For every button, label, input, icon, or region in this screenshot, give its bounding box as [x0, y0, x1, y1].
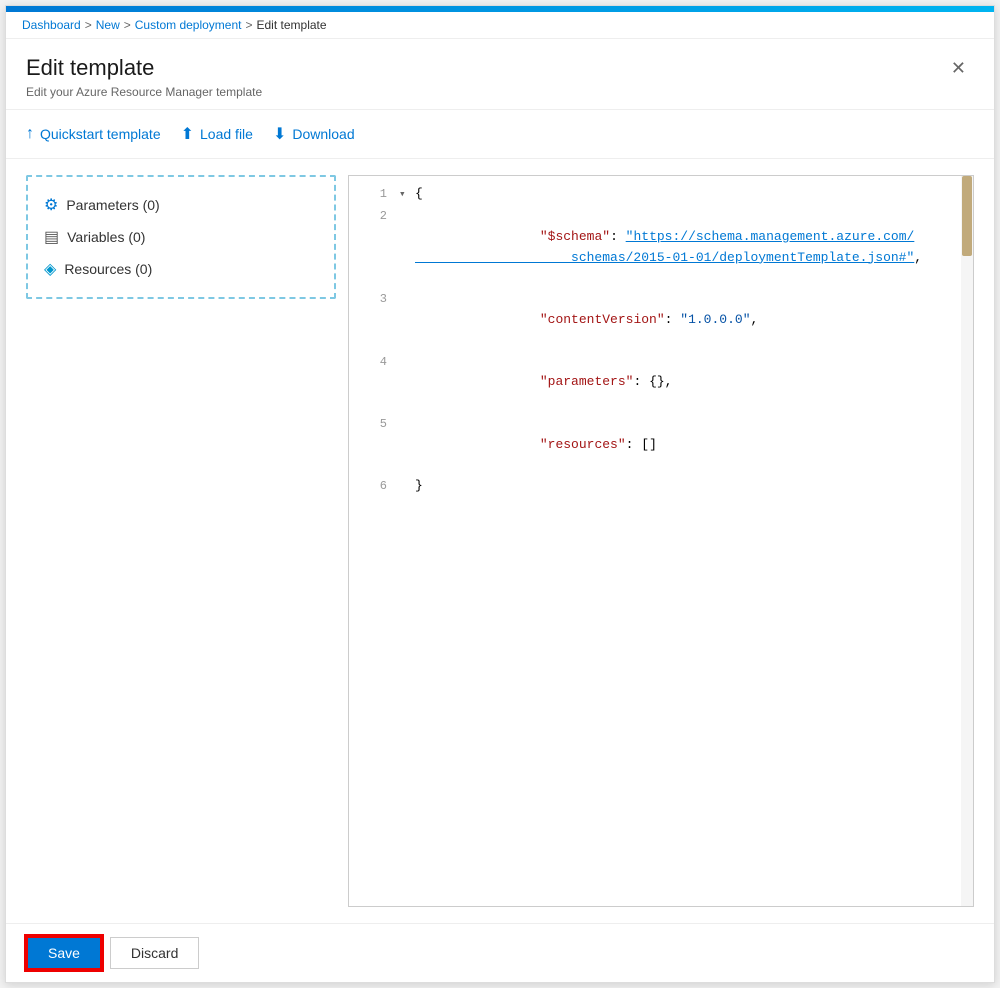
breadcrumb-sep-3: > [245, 18, 252, 32]
code-line-4: 4 "parameters": {}, [349, 352, 973, 414]
breadcrumb-dashboard[interactable]: Dashboard [22, 18, 81, 32]
page-subtitle: Edit your Azure Resource Manager templat… [26, 85, 262, 99]
line-code-5: "resources": [] [415, 414, 965, 476]
editor-panel[interactable]: 1 ▾ { 2 "$schema": "https://schema.manag… [348, 175, 974, 907]
line-num-1: 1 [357, 185, 387, 204]
line-indicator-1: ▾ [399, 187, 415, 205]
modal-container: Dashboard > New > Custom deployment > Ed… [5, 5, 995, 983]
code-line-5: 5 "resources": [] [349, 414, 973, 476]
quickstart-template-button[interactable]: ↑ Quickstart template [26, 121, 161, 147]
quickstart-label: Quickstart template [40, 126, 161, 142]
line-num-6: 6 [357, 477, 387, 496]
vars-icon: ▤ [44, 227, 59, 247]
code-line-1: 1 ▾ { [349, 184, 973, 206]
variables-label: Variables (0) [67, 229, 145, 245]
download-icon: ⬇ [273, 124, 286, 144]
breadcrumb-new[interactable]: New [96, 18, 120, 32]
editor-content[interactable]: 1 ▾ { 2 "$schema": "https://schema.manag… [349, 176, 973, 906]
save-button[interactable]: Save [26, 936, 102, 970]
code-line-2: 2 "$schema": "https://schema.management.… [349, 206, 973, 289]
line-num-4: 4 [357, 353, 387, 372]
left-panel: ⚙ Parameters (0) ▤ Variables (0) ◈ Resou… [26, 175, 336, 299]
header-left: Edit template Edit your Azure Resource M… [26, 55, 262, 99]
code-line-6: 6 } [349, 476, 973, 498]
scrollbar-thumb[interactable] [962, 176, 972, 256]
page-title: Edit template [26, 55, 262, 81]
variables-item[interactable]: ▤ Variables (0) [40, 221, 322, 253]
line-code-4: "parameters": {}, [415, 352, 965, 414]
loadfile-label: Load file [200, 126, 253, 142]
load-file-button[interactable]: ⬆ Load file [181, 120, 253, 148]
line-num-3: 3 [357, 290, 387, 309]
line-code-2: "$schema": "https://schema.management.az… [415, 206, 965, 289]
breadcrumb-bar: Dashboard > New > Custom deployment > Ed… [6, 12, 994, 39]
line-code-6: } [415, 476, 965, 497]
breadcrumb-current: Edit template [257, 18, 327, 32]
parameters-label: Parameters (0) [66, 197, 159, 213]
breadcrumb-custom-deployment[interactable]: Custom deployment [135, 18, 242, 32]
header: Edit template Edit your Azure Resource M… [6, 39, 994, 110]
loadfile-icon: ⬆ [181, 124, 194, 144]
code-line-3: 3 "contentVersion": "1.0.0.0", [349, 289, 973, 351]
line-code-1: { [415, 184, 965, 205]
discard-button[interactable]: Discard [110, 937, 199, 969]
quickstart-icon: ↑ [26, 125, 34, 143]
params-icon: ⚙ [44, 195, 58, 215]
breadcrumb-sep-2: > [124, 18, 131, 32]
footer: Save Discard [6, 923, 994, 982]
breadcrumb-sep-1: > [85, 18, 92, 32]
line-num-5: 5 [357, 415, 387, 434]
resources-item[interactable]: ◈ Resources (0) [40, 253, 322, 285]
line-num-2: 2 [357, 207, 387, 226]
close-button[interactable]: ✕ [943, 55, 974, 81]
main-content: ⚙ Parameters (0) ▤ Variables (0) ◈ Resou… [6, 159, 994, 923]
line-code-3: "contentVersion": "1.0.0.0", [415, 289, 965, 351]
download-button[interactable]: ⬇ Download [273, 120, 355, 148]
parameters-item[interactable]: ⚙ Parameters (0) [40, 189, 322, 221]
scrollbar-track[interactable] [961, 176, 973, 906]
res-icon: ◈ [44, 259, 56, 279]
resources-label: Resources (0) [64, 261, 152, 277]
toolbar: ↑ Quickstart template ⬆ Load file ⬇ Down… [6, 110, 994, 159]
download-label: Download [292, 126, 354, 142]
